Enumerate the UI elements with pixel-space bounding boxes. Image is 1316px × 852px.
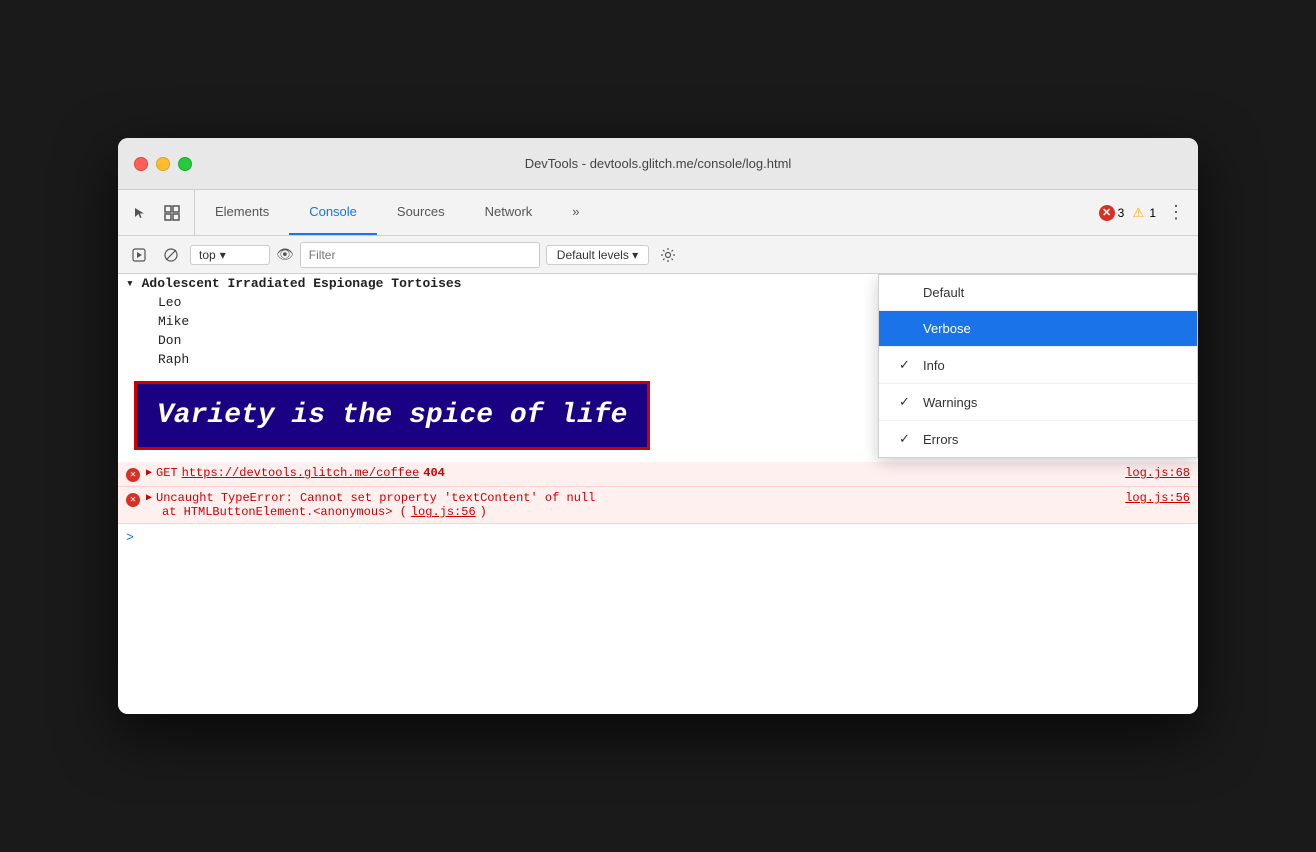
toolbar-left-icons: [118, 190, 195, 235]
tab-console[interactable]: Console: [289, 190, 377, 235]
warning-badge: ⚠ 1: [1130, 205, 1156, 221]
filter-input[interactable]: [300, 242, 540, 268]
error-stack-end: ): [480, 505, 487, 519]
error-line-1: ▶ GET https://devtools.glitch.me/coffee …: [146, 466, 1190, 480]
error-icon-2: ✕: [126, 493, 140, 507]
error-method: GET: [156, 466, 178, 480]
dropdown-label-default: Default: [923, 285, 964, 300]
inspect-icon-btn[interactable]: [158, 199, 186, 227]
nav-toolbar: Elements Console Sources Network » ✕ 3 ⚠…: [118, 190, 1198, 236]
dropdown-item-errors[interactable]: ✓ Errors: [879, 421, 1197, 457]
error-url[interactable]: https://devtools.glitch.me/coffee: [182, 466, 420, 480]
dropdown-label-info: Info: [923, 358, 945, 373]
dropdown-label-errors: Errors: [923, 432, 958, 447]
console-body: ▾ Adolescent Irradiated Espionage Tortoi…: [118, 274, 1198, 714]
error-source-1[interactable]: log.js:68: [1125, 466, 1190, 480]
variety-box: Variety is the spice of life: [134, 381, 650, 450]
tab-network[interactable]: Network: [465, 190, 553, 235]
error-stack-link[interactable]: log.js:56: [411, 505, 476, 519]
toolbar-right: ✕ 3 ⚠ 1 ⋮: [1091, 190, 1198, 235]
clear-icon: [164, 248, 178, 262]
close-button[interactable]: [134, 157, 148, 171]
error-line-2a: ▶ Uncaught TypeError: Cannot set propert…: [146, 491, 1190, 505]
check-info: ✓: [899, 357, 913, 373]
window-title: DevTools - devtools.glitch.me/console/lo…: [525, 156, 792, 171]
clear-icon-btn[interactable]: [158, 242, 184, 268]
error-count-icon: ✕: [1099, 205, 1115, 221]
warning-count-icon: ⚠: [1130, 205, 1146, 221]
minimize-button[interactable]: [156, 157, 170, 171]
console-log-area: ▾ Adolescent Irradiated Espionage Tortoi…: [118, 274, 1198, 551]
context-select[interactable]: top ▾: [190, 245, 270, 265]
variety-text: Variety is the spice of life: [157, 400, 627, 431]
cursor-icon-btn[interactable]: [126, 199, 154, 227]
levels-dropdown: Default Verbose ✓ Info ✓ Warnings ✓ Erro…: [878, 274, 1198, 458]
tab-sources[interactable]: Sources: [377, 190, 465, 235]
error-badge: ✕ 3: [1099, 205, 1125, 221]
title-bar: DevTools - devtools.glitch.me/console/lo…: [118, 138, 1198, 190]
tree-item-label: Leo: [158, 295, 181, 310]
select-arrow-icon: ▾: [220, 248, 226, 262]
dropdown-label-verbose: Verbose: [923, 321, 971, 336]
nav-tabs: Elements Console Sources Network »: [195, 190, 1091, 235]
cursor-icon: [133, 206, 147, 220]
console-prompt[interactable]: >: [118, 524, 1198, 551]
error-triangle-1[interactable]: ▶: [146, 467, 152, 479]
settings-icon-btn[interactable]: [655, 242, 681, 268]
dropdown-item-info[interactable]: ✓ Info: [879, 347, 1197, 384]
error-row-2: ✕ ▶ Uncaught TypeError: Cannot set prope…: [118, 487, 1198, 524]
levels-dropdown-btn[interactable]: Default levels ▾: [546, 245, 649, 265]
error-message-2: Uncaught TypeError: Cannot set property …: [156, 491, 595, 505]
dropdown-item-default[interactable]: Default: [879, 275, 1197, 311]
error-icon-1: ✕: [126, 468, 140, 482]
dropdown-item-warnings[interactable]: ✓ Warnings: [879, 384, 1197, 421]
settings-icon: [660, 247, 676, 263]
tab-more[interactable]: »: [552, 190, 599, 235]
error-source-2[interactable]: log.js:56: [1125, 491, 1190, 505]
warning-count: 1: [1149, 206, 1156, 220]
error-content-2: ▶ Uncaught TypeError: Cannot set propert…: [146, 491, 1190, 519]
play-icon: [132, 248, 146, 262]
console-toolbar: top ▾ 👁 Default levels ▾: [118, 236, 1198, 274]
tree-item-label: Raph: [158, 352, 189, 367]
check-errors: ✓: [899, 431, 913, 447]
tree-item-label: Don: [158, 333, 181, 348]
eye-icon[interactable]: 👁: [276, 246, 294, 263]
error-content-1: ▶ GET https://devtools.glitch.me/coffee …: [146, 466, 1190, 480]
tree-group-label: ▾ Adolescent Irradiated Espionage Tortoi…: [126, 276, 461, 291]
devtools-window: DevTools - devtools.glitch.me/console/lo…: [118, 138, 1198, 714]
error-triangle-2[interactable]: ▶: [146, 492, 152, 504]
error-row-1: ✕ ▶ GET https://devtools.glitch.me/coffe…: [118, 462, 1198, 487]
devtools-more-btn[interactable]: ⋮: [1162, 199, 1190, 227]
error-status: 404: [423, 466, 445, 480]
dropdown-item-verbose[interactable]: Verbose: [879, 311, 1197, 347]
dropdown-label-warnings: Warnings: [923, 395, 977, 410]
tree-item-label: Mike: [158, 314, 189, 329]
traffic-lights: [134, 157, 192, 171]
error-line-2b: at HTMLButtonElement.<anonymous> ( log.js…: [146, 505, 1190, 519]
play-icon-btn[interactable]: [126, 242, 152, 268]
prompt-symbol: >: [126, 530, 134, 545]
check-warnings: ✓: [899, 394, 913, 410]
maximize-button[interactable]: [178, 157, 192, 171]
inspect-icon: [164, 205, 180, 221]
error-stack: at HTMLButtonElement.<anonymous> (: [162, 505, 407, 519]
error-count: 3: [1118, 206, 1125, 220]
tab-elements[interactable]: Elements: [195, 190, 289, 235]
